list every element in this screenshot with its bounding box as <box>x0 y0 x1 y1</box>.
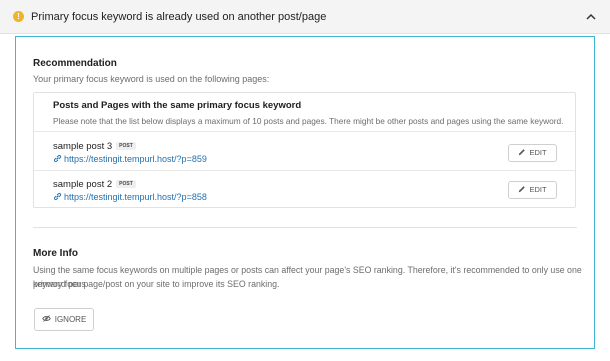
issue-header[interactable]: ! Primary focus keyword is already used … <box>0 0 610 34</box>
link-icon <box>53 154 62 163</box>
issue-title: Primary focus keyword is already used on… <box>31 11 327 23</box>
chevron-up-icon[interactable] <box>584 10 598 24</box>
more-info-title: More Info <box>33 248 78 259</box>
link-icon <box>53 192 62 201</box>
recommendation-description: Your primary focus keyword is used on th… <box>33 74 270 84</box>
pencil-icon <box>519 149 526 156</box>
list-note: Please note that the list below displays… <box>53 116 564 126</box>
edit-button[interactable]: EDIT <box>508 144 557 162</box>
eye-slash-icon <box>41 315 51 322</box>
warning-icon: ! <box>13 11 24 22</box>
same-keyword-list: Posts and Pages with the same primary fo… <box>33 92 576 208</box>
post-type-badge: POST <box>116 142 136 151</box>
recommendation-title: Recommendation <box>33 58 117 69</box>
list-item: sample post 3 POST https://testingit.temp… <box>34 131 575 170</box>
issue-panel: Recommendation Your primary focus keywor… <box>15 36 595 349</box>
list-item: sample post 2 POST https://testingit.temp… <box>34 170 575 207</box>
edit-button[interactable]: EDIT <box>508 181 557 199</box>
post-title: sample post 3 POST <box>53 141 136 152</box>
more-info-text-line2: keyword per page/post on your site to im… <box>33 279 280 289</box>
post-title: sample post 2 POST <box>53 179 136 190</box>
post-link[interactable]: https://testingit.tempurl.host/?p=858 <box>53 192 207 202</box>
ignore-button[interactable]: IGNORE <box>34 308 94 331</box>
list-title: Posts and Pages with the same primary fo… <box>53 100 302 111</box>
pencil-icon <box>519 186 526 193</box>
post-type-badge: POST <box>116 180 136 189</box>
section-divider <box>33 227 577 228</box>
post-link[interactable]: https://testingit.tempurl.host/?p=859 <box>53 154 207 164</box>
